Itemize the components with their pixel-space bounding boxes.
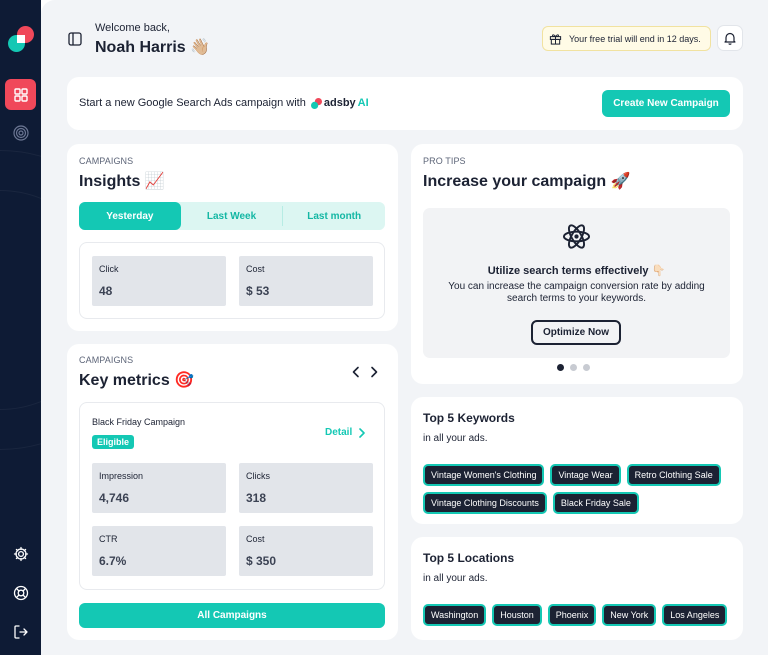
stat-value: 318 [246,491,267,505]
keywords-list: Vintage Women's Clothing Vintage Wear Re… [423,464,733,514]
keyword-chip: Vintage Women's Clothing [423,464,545,486]
location-chip: New York [602,604,657,626]
keyword-chip: Black Friday Sale [552,492,639,514]
trial-notice: Your free trial will end in 12 days. [542,26,711,51]
grid-icon [13,87,28,102]
bell-icon [724,32,736,45]
location-chip: Phoenix [547,604,597,626]
keywords-title: Top 5 Keywords [423,411,515,425]
stat-label: Impression [99,471,144,481]
stat-label: Click [99,264,119,274]
carousel-dot[interactable] [557,364,564,371]
sidebar-item-logout[interactable] [5,616,36,647]
brand-ai: AI [357,97,369,109]
stat-click: Click 48 [92,256,226,306]
pro-tips-title: Increase your campaign 🚀 [423,173,631,190]
tip-panel: Utilize search terms effectively 👇🏻 You … [423,208,730,358]
user-name: Noah Harris 👋🏼 [95,39,211,56]
key-metrics-card: CAMPAIGNS Key metrics 🎯 Black Friday Cam… [67,344,398,640]
chevron-left-icon[interactable] [351,366,361,378]
stat-clicks: Clicks 318 [239,463,373,513]
sidebar-item-settings[interactable] [5,538,36,569]
stat-value: 4,746 [99,491,130,505]
brand-name: adsby [323,97,356,109]
sidebar-item-campaigns[interactable] [5,117,36,148]
adsby-logo-small [310,97,322,109]
lifebuoy-icon [13,585,28,600]
new-campaign-banner: Start a new Google Search Ads campaign w… [67,77,743,130]
welcome-text: Welcome back, [95,22,170,34]
locations-list: Washington Houston Phoenix New York Los … [423,604,733,626]
chevron-right-icon [359,427,366,438]
stat-value: 48 [99,284,113,298]
chevron-right-icon[interactable] [369,366,379,378]
pro-tips-eyebrow: PRO TIPS [423,156,466,166]
insights-eyebrow: CAMPAIGNS [79,156,134,166]
location-chip: Washington [423,604,487,626]
keyword-chip: Vintage Wear [550,464,621,486]
stat-value: $ 53 [246,284,270,298]
insights-card: CAMPAIGNS Insights 📈 Yesterday Last Week… [67,144,398,331]
insights-stats-panel: Click 48 Cost $ 53 [79,242,385,319]
banner-text-row: Start a new Google Search Ads campaign w… [79,97,369,109]
sidebar-toggle-icon[interactable] [68,32,82,46]
keyword-chip: Vintage Clothing Discounts [423,492,547,514]
locations-title: Top 5 Locations [423,551,515,565]
gift-icon [549,34,562,45]
metrics-nav [351,366,379,378]
keyword-chip: Retro Clothing Sale [626,464,721,486]
detail-label: Detail [325,427,353,438]
gear-icon [13,546,28,561]
stat-label: Cost [246,264,265,274]
locations-subtitle: in all your ads. [423,573,488,584]
stat-value: $ 350 [246,554,277,568]
keywords-subtitle: in all your ads. [423,433,488,444]
key-metrics-eyebrow: CAMPAIGNS [79,355,134,365]
insights-title: Insights 📈 [79,173,165,190]
logout-icon [13,624,28,639]
stat-value: 6.7% [99,554,127,568]
carousel-dots [557,364,590,371]
stat-label: CTR [99,534,118,544]
top-keywords-card: Top 5 Keywords in all your ads. Vintage … [411,397,743,524]
carousel-dot[interactable] [570,364,577,371]
atom-icon [562,224,591,249]
detail-link[interactable]: Detail [325,427,366,438]
pro-tips-card: PRO TIPS Increase your campaign 🚀 Utiliz… [411,144,743,384]
adsby-logo[interactable] [8,26,34,52]
tab-yesterday[interactable]: Yesterday [79,202,181,230]
tip-title: Utilize search terms effectively 👇🏻 [487,265,666,277]
target-icon [12,124,29,141]
create-campaign-button[interactable]: Create New Campaign [602,90,730,117]
stat-ctr: CTR 6.7% [92,526,226,576]
status-badge: Eligible [92,435,135,449]
key-metrics-title: Key metrics 🎯 [79,372,195,389]
adsby-brand: adsby AI [310,97,369,109]
tip-description: You can increase the campaign conversion… [448,281,705,304]
tab-last-week[interactable]: Last Week [181,202,283,230]
location-chip: Los Angeles [662,604,728,626]
stat-label: Cost [246,534,265,544]
top-locations-card: Top 5 Locations in all your ads. Washing… [411,537,743,640]
campaign-metrics-panel: Black Friday Campaign Eligible Detail Im… [79,402,385,590]
optimize-now-button[interactable]: Optimize Now [531,320,621,345]
trial-text: Your free trial will end in 12 days. [569,33,701,44]
stat-cost: Cost $ 350 [239,526,373,576]
background-ring [0,190,41,410]
banner-text: Start a new Google Search Ads campaign w… [79,97,306,109]
carousel-dot[interactable] [583,364,590,371]
insights-period-tabs: Yesterday Last Week Last month [79,202,385,230]
stat-cost: Cost $ 53 [239,256,373,306]
stat-impression: Impression 4,746 [92,463,226,513]
tab-last-month[interactable]: Last month [283,202,385,230]
notifications-button[interactable] [717,25,743,51]
stat-label: Clicks [246,471,270,481]
sidebar-item-dashboard[interactable] [5,79,36,110]
sidebar-item-support[interactable] [5,577,36,608]
all-campaigns-button[interactable]: All Campaigns [79,603,385,628]
campaign-name: Black Friday Campaign [92,417,186,427]
sidebar [0,0,41,655]
location-chip: Houston [492,604,542,626]
